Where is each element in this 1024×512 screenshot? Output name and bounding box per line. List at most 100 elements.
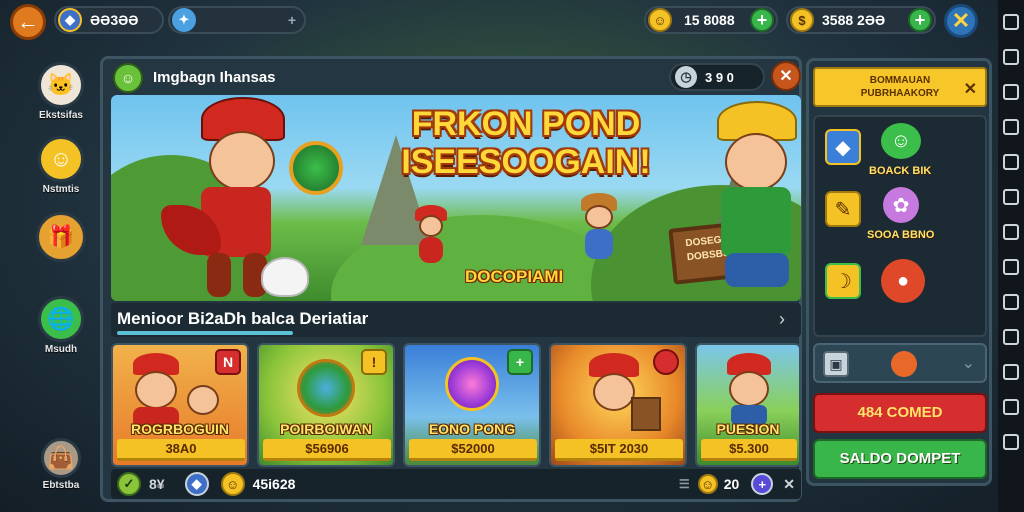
reward-header: BOMMAUAN PUBRHAAKORY ✕ — [813, 67, 987, 107]
panel-counter: ◷ 3 9 0 — [669, 63, 765, 91]
cat-pet — [261, 257, 309, 297]
banner-title-line-1: FRKON POND — [411, 105, 641, 143]
section-header: Menioor Bi2aDh balca Deriatiar › — [111, 303, 801, 337]
fruit-icon — [891, 351, 917, 377]
sidebar-item-2[interactable]: ☺ Nstmtis — [28, 136, 94, 195]
tool-icon[interactable] — [1003, 294, 1019, 310]
footer-mid-value: 45i628 — [252, 476, 296, 492]
offer-card[interactable]: N ROGRBOGUIN 38A0 — [111, 343, 249, 467]
sidebar-label: Msudh — [44, 344, 78, 355]
tool-icon[interactable] — [1003, 49, 1019, 65]
face-shape — [135, 371, 177, 409]
back-arrow-icon: ← — [17, 9, 39, 34]
event-banner[interactable]: FRKON POND ISEESOOGAIN! DOCOPIAMI DOSEGS… — [111, 95, 801, 301]
coin-pill[interactable]: $ 3588 2ƏƏ + — [786, 6, 936, 34]
banana-icon[interactable]: ☽ — [825, 263, 861, 299]
kid-character — [577, 193, 621, 271]
reward-header-line-1: BOMMAUAN — [869, 75, 931, 86]
tool-icon[interactable] — [1003, 434, 1019, 450]
combo-button[interactable]: 484 COMED — [813, 393, 987, 433]
reward-label-2: SOOA BBNO — [867, 229, 935, 241]
hammer-icon[interactable]: ✎ — [825, 191, 861, 227]
panel-close-button[interactable]: ✕ — [771, 61, 801, 91]
close-icon: ✕ — [951, 8, 971, 33]
close-button[interactable]: ✕ — [944, 4, 978, 38]
orb-icon — [289, 141, 343, 195]
blue-crystal-icon[interactable]: ◆ — [825, 129, 861, 165]
tool-icon[interactable] — [1003, 154, 1019, 170]
event-icon: ☺ — [113, 63, 143, 93]
sidebar-item-5[interactable]: 👜 Ebtstba — [28, 438, 94, 491]
chevron-right-icon[interactable]: › — [779, 309, 785, 330]
reward-grid: ◆ ☺ BOACK BIK ✎ ✿ SOOA BBNO ☽ ● — [813, 115, 987, 337]
banner-title-line-2: ISEESOOGAIN! — [401, 143, 651, 181]
coin-value: 3588 2ƏƏ — [822, 12, 886, 28]
tool-icon[interactable] — [1003, 14, 1019, 30]
flower-badge-icon — [653, 349, 679, 375]
gift-icon: 🎁 — [36, 212, 86, 262]
tool-icon[interactable] — [1003, 119, 1019, 135]
tool-icon[interactable] — [1003, 364, 1019, 380]
close-icon: ✕ — [779, 68, 793, 85]
close-icon[interactable]: ✕ — [783, 476, 795, 493]
hero-character-right — [711, 95, 801, 301]
back-button[interactable]: ← — [10, 4, 46, 40]
right-toolbar — [998, 0, 1024, 512]
chest-shape — [631, 397, 661, 431]
reward-label-1: BOACK BIK — [869, 165, 932, 177]
gold-pill[interactable]: ☺ 15 8088 + — [644, 6, 778, 34]
green-slime-icon[interactable]: ☺ — [881, 123, 921, 159]
globe-icon: 🌐 — [38, 296, 84, 342]
face-shape — [593, 373, 635, 411]
monster-icon — [445, 357, 499, 411]
shield-icon: ◆ — [58, 8, 82, 32]
fruit-icon[interactable]: ● — [881, 259, 925, 303]
add-gold-button[interactable]: + — [750, 8, 774, 32]
card-badge: ! — [361, 349, 387, 375]
wallet-balance-button[interactable]: SALDO DOMPET — [813, 439, 987, 479]
profile-value: ƏƏ3ƏƏ — [90, 12, 139, 28]
chevron-down-icon: ⌄ — [961, 355, 975, 372]
plus-circle-icon[interactable]: + — [751, 473, 774, 495]
cat-icon: 🐱 — [38, 62, 84, 108]
close-icon[interactable]: ✕ — [964, 79, 977, 99]
face-shape — [729, 371, 769, 407]
offer-card[interactable]: PUESION $5.300 — [695, 343, 801, 467]
sidebar-item-4[interactable]: 🌐 Msudh — [28, 296, 94, 355]
character-icon: ☺ — [38, 136, 84, 182]
sidebar-item-1[interactable]: 🐱 Ekstsifas — [28, 62, 94, 121]
counter-value: 3 9 0 — [705, 69, 734, 85]
card-label: ROGRBOGUIN — [131, 421, 229, 437]
footer-right-value: 20 — [723, 476, 740, 492]
card-badge: N — [215, 349, 241, 375]
tool-icon[interactable] — [1003, 84, 1019, 100]
add-gem-icon[interactable]: + — [288, 12, 296, 28]
sidebar-item-3[interactable]: 🎁 — [28, 212, 94, 262]
reward-header-line-2: PUBRHAAKORY — [860, 88, 940, 99]
bag-icon: 👜 — [41, 438, 81, 478]
card-badge: + — [507, 349, 533, 375]
gold-value: 15 8088 — [684, 12, 735, 28]
shield-icon: ◆ — [184, 472, 209, 496]
tool-icon[interactable] — [1003, 189, 1019, 205]
gem-pill[interactable]: ✦ + — [168, 6, 306, 34]
gold-face-icon: ☺ — [220, 472, 245, 496]
tool-icon[interactable] — [1003, 259, 1019, 275]
profile-pill[interactable]: ◆ ƏƏ3ƏƏ — [54, 6, 164, 34]
card-label: POIRBOIWAN — [280, 421, 372, 437]
tool-icon[interactable] — [1003, 399, 1019, 415]
tool-icon[interactable] — [1003, 224, 1019, 240]
menu-icon[interactable]: ☰ — [679, 477, 690, 491]
reward-selector[interactable]: ▣ ⌄ — [813, 343, 987, 383]
sidebar-label: Ebtstba — [42, 480, 80, 491]
offer-card[interactable]: ! POIRBOIWAN $56906 — [257, 343, 395, 467]
tool-icon[interactable] — [1003, 329, 1019, 345]
kid-character — [411, 205, 451, 275]
check-icon: ✓ — [117, 472, 141, 496]
offer-card[interactable]: + EONO PONG $52000 — [403, 343, 541, 467]
offer-card[interactable]: $5IT 2030 — [549, 343, 687, 467]
panel-title: Imgbagn Ihansas — [153, 69, 276, 86]
flower-icon[interactable]: ✿ — [883, 187, 919, 223]
add-coin-button[interactable]: + — [908, 8, 932, 32]
clock-icon: ◷ — [675, 66, 697, 88]
